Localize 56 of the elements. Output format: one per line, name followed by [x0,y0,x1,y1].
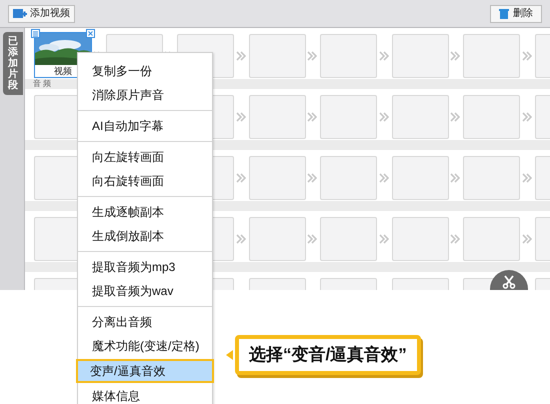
empty-slot [320,156,377,200]
chevron-icon [236,234,246,244]
chevron-icon [307,234,317,244]
chevron-icon [379,112,389,122]
chevron-icon [522,173,532,183]
menu-icon[interactable] [31,29,40,38]
menu-item[interactable]: 分离出音频 [78,310,212,334]
empty-slot [392,156,449,200]
chevron-icon [522,51,532,61]
chevron-icon [379,173,389,183]
empty-slot [249,217,306,261]
empty-slot [463,156,520,200]
empty-slot [320,217,377,261]
menu-item[interactable]: 媒体信息 [78,384,212,404]
chevron-icon [450,234,460,244]
empty-slot [392,217,449,261]
menu-item[interactable]: 提取音频为wav [78,279,212,303]
trash-icon [499,8,509,19]
menu-item[interactable]: 生成逐帧副本 [78,200,212,224]
menu-item[interactable]: 提取音频为mp3 [78,255,212,279]
add-video-button[interactable]: 添加视频 [8,4,75,22]
pointer-icon [226,350,233,360]
chevron-icon [236,112,246,122]
chevron-icon [307,51,317,61]
chevron-icon [450,112,460,122]
delete-button[interactable]: 删除 [490,4,542,22]
chevron-icon [450,51,460,61]
empty-slot [320,95,377,139]
empty-slot [463,217,520,261]
chevron-icon [236,51,246,61]
chevron-icon [379,234,389,244]
chevron-icon [307,173,317,183]
menu-item[interactable]: 向左旋转画面 [78,145,212,169]
empty-slot [463,95,520,139]
callout: 选择“变音/逼真音效” [235,335,421,375]
clip-label: 视频 [53,65,73,77]
menu-item[interactable]: 魔术功能(变速/定格) [78,334,212,358]
chevron-icon [307,112,317,122]
chevron-icon [522,112,532,122]
empty-slot [249,95,306,139]
menu-item[interactable]: 变声/逼真音效 [76,359,214,383]
chevron-icon [522,234,532,244]
chevron-icon [236,173,246,183]
menu-item[interactable]: 消除原片声音 [78,83,212,107]
empty-slot [392,95,449,139]
menu-item[interactable]: 生成倒放副本 [78,224,212,248]
chevron-icon [450,173,460,183]
menu-item[interactable]: AI自动加字幕 [78,114,212,138]
close-icon[interactable] [86,29,95,38]
video-add-icon [13,8,27,19]
side-tab[interactable]: 已添加片段 [3,32,23,95]
track-label: 音 频 [33,78,52,89]
chevron-icon [379,51,389,61]
menu-item[interactable]: 向右旋转画面 [78,169,212,193]
scissors-icon [502,275,516,289]
empty-slot [249,156,306,200]
